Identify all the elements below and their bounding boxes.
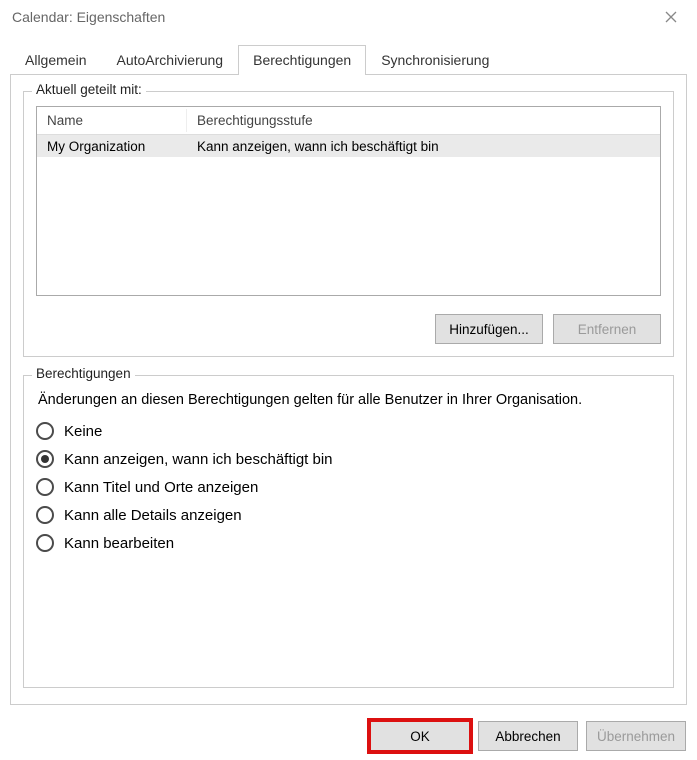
radio-icon bbox=[36, 450, 54, 468]
radio-edit[interactable]: Kann bearbeiten bbox=[36, 534, 661, 552]
radio-icon bbox=[36, 478, 54, 496]
grid-body: My Organization Kann anzeigen, wann ich … bbox=[37, 135, 660, 295]
permissions-group: Berechtigungen Änderungen an diesen Bere… bbox=[23, 375, 674, 688]
remove-button: Entfernen bbox=[553, 314, 661, 344]
radio-icon bbox=[36, 534, 54, 552]
tabstrip: Allgemein AutoArchivierung Berechtigunge… bbox=[0, 34, 697, 74]
tab-sync[interactable]: Synchronisierung bbox=[366, 45, 504, 75]
apply-button: Übernehmen bbox=[586, 721, 686, 751]
radio-title-loc[interactable]: Kann Titel und Orte anzeigen bbox=[36, 478, 661, 496]
dialog-footer: OK Abbrechen Übernehmen bbox=[0, 715, 697, 760]
table-row[interactable]: My Organization Kann anzeigen, wann ich … bbox=[37, 135, 660, 157]
radio-all-details[interactable]: Kann alle Details anzeigen bbox=[36, 506, 661, 524]
col-level: Berechtigungsstufe bbox=[187, 109, 660, 132]
grid-header: Name Berechtigungsstufe bbox=[37, 107, 660, 135]
shared-with-group: Aktuell geteilt mit: Name Berechtigungss… bbox=[23, 91, 674, 357]
tab-panel: Aktuell geteilt mit: Name Berechtigungss… bbox=[10, 74, 687, 705]
titlebar: Calendar: Eigenschaften bbox=[0, 0, 697, 34]
perm-desc: Änderungen an diesen Berechtigungen gelt… bbox=[38, 392, 659, 408]
radio-busy[interactable]: Kann anzeigen, wann ich beschäftigt bin bbox=[36, 450, 661, 468]
tab-permissions[interactable]: Berechtigungen bbox=[238, 45, 366, 75]
add-button[interactable]: Hinzufügen... bbox=[435, 314, 543, 344]
shared-legend: Aktuell geteilt mit: bbox=[32, 82, 146, 97]
radio-label: Kann anzeigen, wann ich beschäftigt bin bbox=[64, 451, 333, 468]
cell-level: Kann anzeigen, wann ich beschäftigt bin bbox=[187, 137, 660, 156]
radio-label: Kann bearbeiten bbox=[64, 535, 174, 552]
radio-icon bbox=[36, 506, 54, 524]
radio-label: Kann alle Details anzeigen bbox=[64, 507, 242, 524]
cancel-button[interactable]: Abbrechen bbox=[478, 721, 578, 751]
radio-none[interactable]: Keine bbox=[36, 422, 661, 440]
radio-label: Kann Titel und Orte anzeigen bbox=[64, 479, 258, 496]
cell-name: My Organization bbox=[37, 137, 187, 156]
tab-general[interactable]: Allgemein bbox=[10, 45, 101, 75]
ok-button[interactable]: OK bbox=[370, 721, 470, 751]
radio-icon bbox=[36, 422, 54, 440]
col-name: Name bbox=[37, 109, 187, 132]
radio-label: Keine bbox=[64, 423, 102, 440]
shared-grid[interactable]: Name Berechtigungsstufe My Organization … bbox=[36, 106, 661, 296]
window-title: Calendar: Eigenschaften bbox=[12, 9, 165, 25]
close-icon[interactable] bbox=[651, 0, 691, 34]
tab-autoarchive[interactable]: AutoArchivierung bbox=[101, 45, 238, 75]
perm-legend: Berechtigungen bbox=[32, 366, 135, 381]
perm-options: Keine Kann anzeigen, wann ich beschäftig… bbox=[36, 422, 661, 552]
